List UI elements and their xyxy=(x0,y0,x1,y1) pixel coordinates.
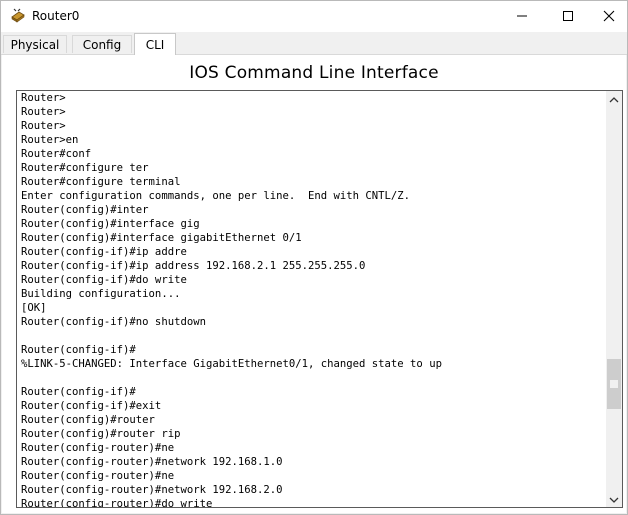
terminal-line: Router(config)#inter xyxy=(21,204,149,216)
router-app-icon xyxy=(10,8,26,24)
terminal-line: Router> xyxy=(21,92,66,104)
cli-panel: IOS Command Line Interface Router> Router… xyxy=(2,55,626,513)
terminal-line: Router(config)#interface gigabitEthernet… xyxy=(21,232,302,244)
chevron-down-icon xyxy=(609,490,619,508)
terminal-line: Router(config-if)#ip addre xyxy=(21,246,187,258)
terminal-line: Router>en xyxy=(21,134,79,146)
cli-header: IOS Command Line Interface xyxy=(189,63,439,83)
terminal-line: Router(config-router)#ne xyxy=(21,470,175,482)
terminal-output[interactable]: Router> Router> Router> Router>en Router#con… xyxy=(21,91,604,508)
terminal-line: Router(config)#interface gig xyxy=(21,218,200,230)
terminal-line: Router(config-if)#ip address 192.168.2.1… xyxy=(21,260,366,272)
vertical-scrollbar[interactable] xyxy=(606,91,622,507)
close-button[interactable] xyxy=(591,1,627,32)
minimize-icon xyxy=(516,7,528,26)
terminal-line: Router(config-if)#no shutdown xyxy=(21,316,206,328)
terminal-line: %LINK-5-CHANGED: Interface GigabitEthern… xyxy=(21,358,442,370)
scrollbar-thumb[interactable] xyxy=(607,359,621,409)
chevron-up-icon xyxy=(609,91,619,109)
terminal-line: Router> xyxy=(21,120,66,132)
minimize-button[interactable] xyxy=(499,1,545,32)
scroll-down-button[interactable] xyxy=(606,491,622,507)
terminal-console[interactable]: Router> Router> Router> Router>en Router#con… xyxy=(16,90,623,508)
terminal-line: Router(config)#router rip xyxy=(21,428,181,440)
terminal-line: Building configuration... xyxy=(21,288,181,300)
terminal-line: Router(config-if)#do write xyxy=(21,274,187,286)
maximize-icon xyxy=(562,7,574,26)
terminal-line: Router> xyxy=(21,106,66,118)
tab-config[interactable]: Config xyxy=(72,35,132,53)
maximize-button[interactable] xyxy=(545,1,591,32)
terminal-line: Router(config-router)#do write xyxy=(21,498,213,508)
terminal-line: Router(config)#router xyxy=(21,414,155,426)
terminal-line: Router(config-if)# xyxy=(21,386,136,398)
scroll-up-button[interactable] xyxy=(606,91,622,107)
title-bar[interactable]: Router0 xyxy=(1,1,627,32)
terminal-line: Router#conf xyxy=(21,148,92,160)
close-icon xyxy=(603,7,615,26)
terminal-line: Router#configure ter xyxy=(21,162,149,174)
terminal-line: Router(config-if)# xyxy=(21,344,136,356)
tab-bar: Physical Config CLI xyxy=(1,32,627,55)
terminal-line: Router#configure terminal xyxy=(21,176,181,188)
terminal-line: Enter configuration commands, one per li… xyxy=(21,190,411,202)
router0-window: Router0 Physical Config CLI IOS Command … xyxy=(0,0,628,515)
terminal-line: Router(config-if)#exit xyxy=(21,400,162,412)
tab-physical[interactable]: Physical xyxy=(3,35,67,53)
terminal-line: [OK] xyxy=(21,302,47,314)
tab-cli[interactable]: CLI xyxy=(134,33,176,55)
terminal-line: Router(config-router)#network 192.168.1.… xyxy=(21,456,283,468)
terminal-line: Router(config-router)#network 192.168.2.… xyxy=(21,484,283,496)
window-title: Router0 xyxy=(32,9,80,23)
terminal-line: Router(config-router)#ne xyxy=(21,442,175,454)
scrollbar-grip xyxy=(610,380,618,388)
